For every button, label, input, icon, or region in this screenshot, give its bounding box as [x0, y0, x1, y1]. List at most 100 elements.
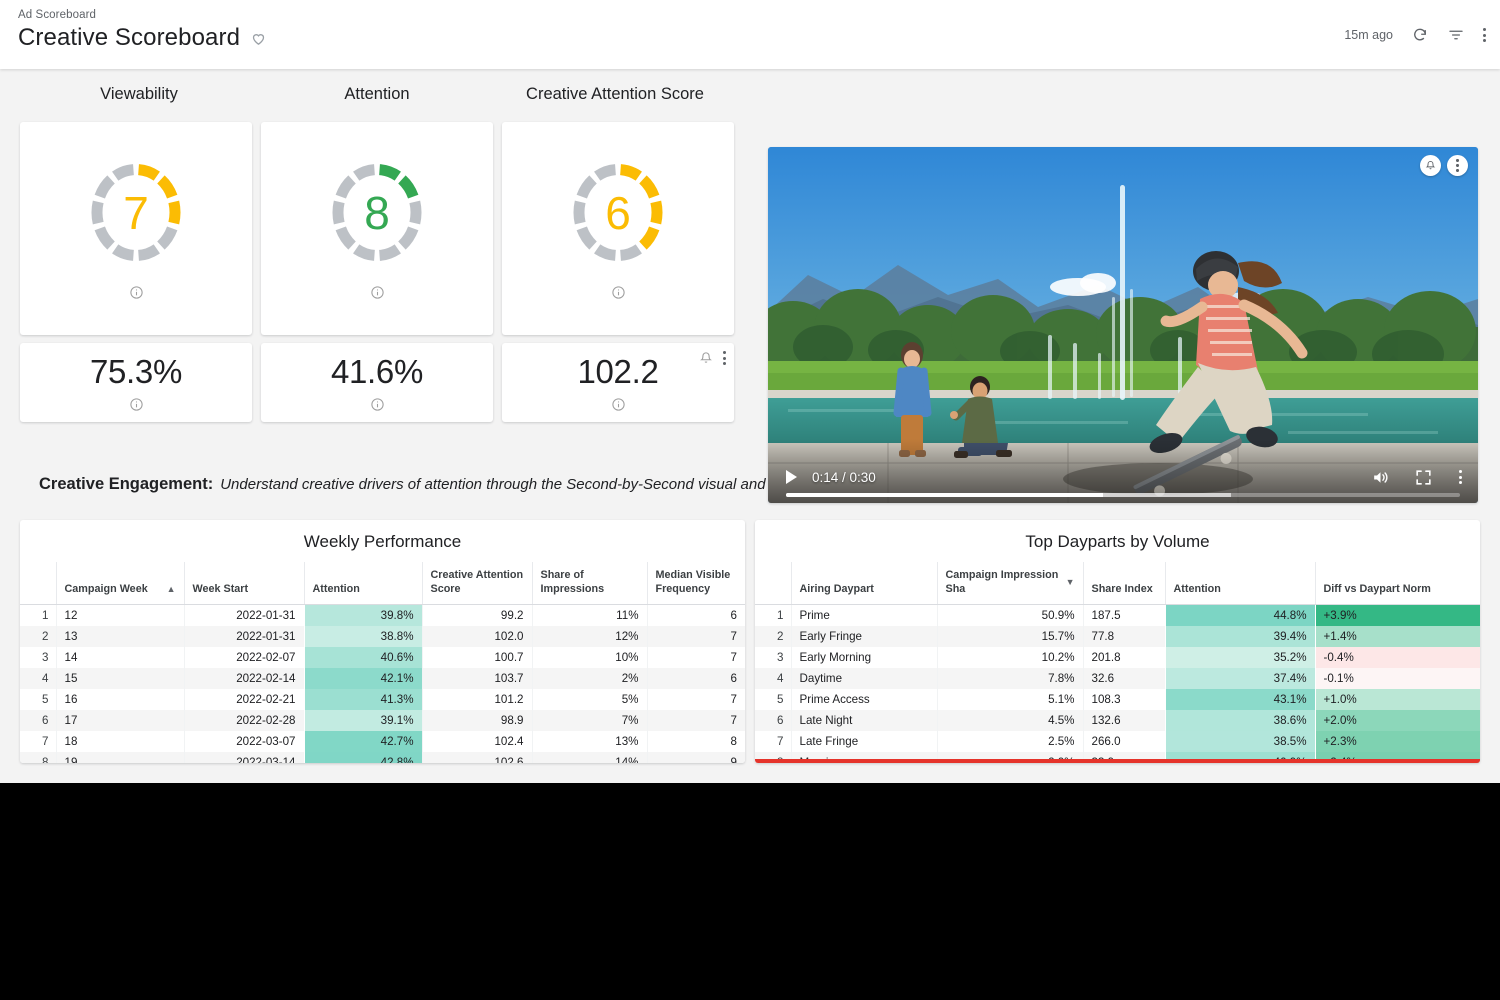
horizontal-scrollbar[interactable]: [755, 759, 1480, 763]
cell-week-start: 2022-02-28: [184, 710, 304, 731]
row-index: 3: [755, 647, 791, 668]
cell-week-start: 2022-02-14: [184, 668, 304, 689]
table-row[interactable]: 7Late Fringe2.5%266.038.5%+2.3%: [755, 731, 1480, 752]
table-row[interactable]: 1122022-01-3139.8%99.211%6: [20, 604, 745, 626]
column-header-campaign-week[interactable]: Campaign Week▲: [56, 562, 184, 604]
cell-diff-vs-daypart-norm: +3.9%: [1315, 604, 1480, 626]
cell-attention: 40.6%: [304, 647, 422, 668]
table-row[interactable]: 2132022-01-3138.8%102.012%7: [20, 626, 745, 647]
table-row[interactable]: 3Early Morning10.2%201.835.2%-0.4%: [755, 647, 1480, 668]
table-row[interactable]: 8192022-03-1442.8%102.614%9: [20, 752, 745, 764]
cell-campaign-impression-share: 15.7%: [937, 626, 1083, 647]
metric-card-viewability[interactable]: 75.3%: [20, 343, 252, 422]
fullscreen-icon[interactable]: [1414, 468, 1433, 487]
cell-diff-vs-daypart-norm: -0.1%: [1315, 668, 1480, 689]
table-row[interactable]: 5162022-02-2141.3%101.25%7: [20, 689, 745, 710]
more-vert-icon[interactable]: [1459, 470, 1462, 484]
table-row[interactable]: 2Early Fringe15.7%77.839.4%+1.4%: [755, 626, 1480, 647]
creative-engagement-label: Creative Engagement:: [39, 475, 213, 494]
sort-desc-icon: ▼: [1066, 578, 1075, 587]
tables-row: Weekly Performance Campaign Week▲ Week S…: [0, 494, 1500, 763]
table-row[interactable]: 6172022-02-2839.1%98.97%7: [20, 710, 745, 731]
table-row[interactable]: 6Late Night4.5%132.638.6%+2.0%: [755, 710, 1480, 731]
info-icon[interactable]: [129, 285, 144, 300]
bell-icon: [1425, 160, 1436, 171]
cell-attention: 43.1%: [1165, 689, 1315, 710]
column-header-attention[interactable]: Attention: [304, 562, 422, 604]
heart-icon[interactable]: [250, 30, 267, 47]
cell-share-of-impressions: 14%: [532, 752, 647, 764]
info-icon[interactable]: [370, 397, 385, 412]
video-played-bar: [786, 493, 1103, 497]
cell-campaign-impression-share: 50.9%: [937, 604, 1083, 626]
row-index: 7: [755, 731, 791, 752]
row-index: 4: [755, 668, 791, 689]
table-row[interactable]: 1Prime50.9%187.544.8%+3.9%: [755, 604, 1480, 626]
gauge-card-creative-attention-score[interactable]: 6: [502, 122, 734, 335]
refresh-icon[interactable]: [1411, 26, 1429, 44]
cell-median-visible-frequency: 7: [647, 626, 745, 647]
column-header-attention[interactable]: Attention: [1165, 562, 1315, 604]
column-header-share-index[interactable]: Share Index: [1083, 562, 1165, 604]
info-icon[interactable]: [370, 285, 385, 300]
video-more-button[interactable]: [1447, 155, 1468, 176]
more-vert-icon[interactable]: [723, 351, 726, 365]
gauge-card-attention[interactable]: 8: [261, 122, 493, 335]
metric-card-creative-attention-score[interactable]: 102.2: [502, 343, 734, 422]
row-index: 2: [20, 626, 56, 647]
column-header-week-start[interactable]: Week Start: [184, 562, 304, 604]
cell-campaign-week: 13: [56, 626, 184, 647]
table-row[interactable]: 4152022-02-1442.1%103.72%6: [20, 668, 745, 689]
cell-campaign-impression-share: 5.1%: [937, 689, 1083, 710]
row-index: 7: [20, 731, 56, 752]
column-header-creative-attention-score[interactable]: Creative Attention Score: [422, 562, 532, 604]
cell-attention: 42.8%: [304, 752, 422, 764]
row-index: 2: [755, 626, 791, 647]
row-index: 1: [20, 604, 56, 626]
cell-median-visible-frequency: 6: [647, 668, 745, 689]
cell-attention: 39.4%: [1165, 626, 1315, 647]
cell-airing-daypart: Early Morning: [791, 647, 937, 668]
info-icon[interactable]: [129, 397, 144, 412]
cell-airing-daypart: Daytime: [791, 668, 937, 689]
table-row[interactable]: 4Daytime7.8%32.637.4%-0.1%: [755, 668, 1480, 689]
play-icon[interactable]: [786, 470, 797, 484]
filter-icon[interactable]: [1447, 26, 1465, 44]
table-row[interactable]: 7182022-03-0742.7%102.413%8: [20, 731, 745, 752]
more-vert-icon[interactable]: [1483, 28, 1486, 42]
gauge-card-viewability[interactable]: 7: [20, 122, 252, 335]
video-time-display: 0:14 / 0:30: [812, 470, 876, 485]
metric-card-attention[interactable]: 41.6%: [261, 343, 493, 422]
cell-attention: 42.7%: [304, 731, 422, 752]
info-icon[interactable]: [611, 285, 626, 300]
cell-share-of-impressions: 7%: [532, 710, 647, 731]
column-header-airing-daypart[interactable]: Airing Daypart: [791, 562, 937, 604]
cell-attention: 39.8%: [304, 604, 422, 626]
video-player[interactable]: 0:14 / 0:30: [768, 147, 1478, 503]
metric-value-attention: 41.6%: [331, 353, 423, 391]
more-vert-icon: [1456, 159, 1458, 171]
table-row[interactable]: 3142022-02-0740.6%100.710%7: [20, 647, 745, 668]
column-header-share-of-impressions[interactable]: Share of Impressions: [532, 562, 647, 604]
cell-week-start: 2022-03-07: [184, 731, 304, 752]
cell-median-visible-frequency: 6: [647, 604, 745, 626]
cell-diff-vs-daypart-norm: +1.4%: [1315, 626, 1480, 647]
cell-campaign-week: 19: [56, 752, 184, 764]
column-header-median-visible-frequency[interactable]: Median Visible Frequency: [647, 562, 745, 604]
video-bell-button[interactable]: [1420, 155, 1441, 176]
info-icon[interactable]: [611, 397, 626, 412]
table-header-row: Airing Daypart Campaign Impression Sha▼ …: [755, 562, 1480, 604]
column-header-campaign-impression-share[interactable]: Campaign Impression Sha▼: [937, 562, 1083, 604]
video-progress-bar[interactable]: [786, 493, 1460, 497]
gauge-value-viewability: 7: [83, 156, 189, 269]
bell-icon[interactable]: [699, 351, 713, 365]
dashboard-page: Ad Scoreboard Creative Scoreboard 15m ag…: [0, 0, 1500, 783]
sort-asc-icon: ▲: [167, 585, 176, 594]
volume-icon[interactable]: [1371, 468, 1390, 487]
table-row[interactable]: 5Prime Access5.1%108.343.1%+1.0%: [755, 689, 1480, 710]
row-index: 5: [20, 689, 56, 710]
cell-airing-daypart: Late Fringe: [791, 731, 937, 752]
column-header-diff-vs-daypart-norm[interactable]: Diff vs Daypart Norm: [1315, 562, 1480, 604]
cell-creative-attention-score: 102.0: [422, 626, 532, 647]
breadcrumb[interactable]: Ad Scoreboard: [18, 9, 267, 21]
